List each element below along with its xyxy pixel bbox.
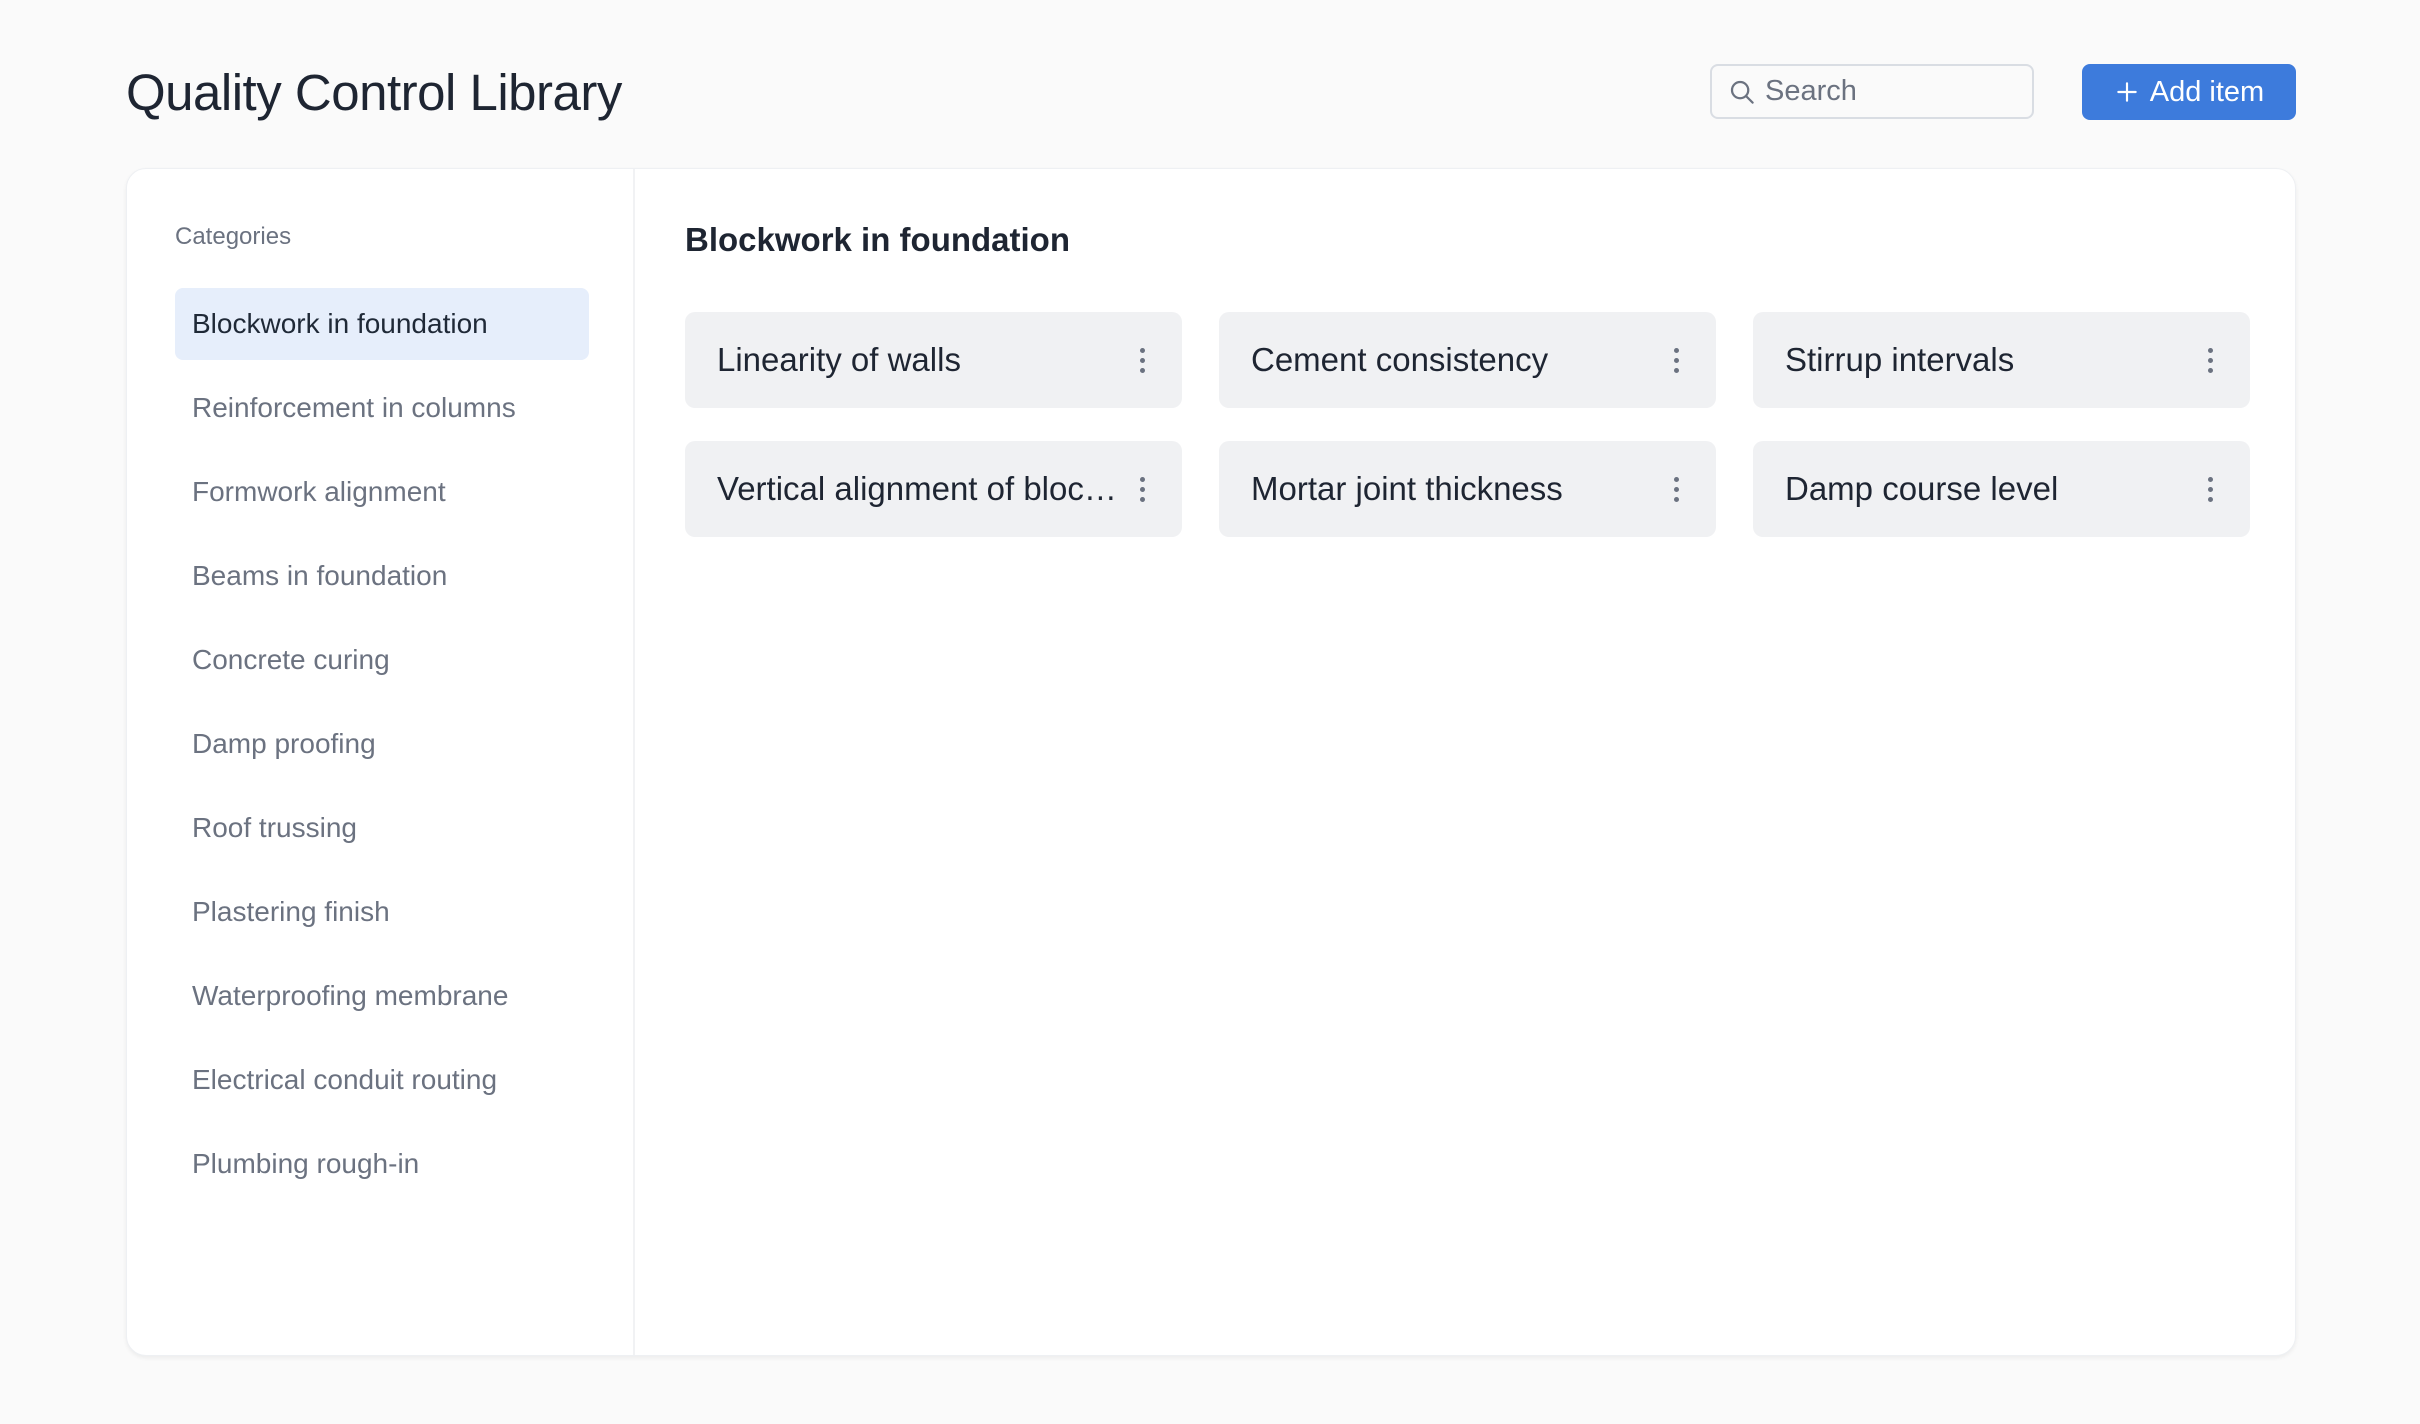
search-input[interactable]: [1765, 75, 2015, 108]
category-item-electrical-conduit-routing[interactable]: Electrical conduit routing: [175, 1044, 589, 1116]
category-item-roof-trussing[interactable]: Roof trussing: [175, 792, 589, 864]
section-title: Blockwork in foundation: [685, 221, 1070, 258]
item-tile[interactable]: Linearity of walls: [685, 312, 1182, 408]
more-vertical-icon[interactable]: [1664, 340, 1688, 380]
more-vertical-icon[interactable]: [2198, 340, 2222, 380]
item-grid: Linearity of walls Cement consistency St…: [685, 312, 2250, 537]
more-vertical-icon[interactable]: [1130, 469, 1154, 509]
more-vertical-icon[interactable]: [2198, 469, 2222, 509]
add-item-label: Add item: [2149, 75, 2265, 108]
category-item-waterproofing-membrane[interactable]: Waterproofing membrane: [175, 960, 589, 1032]
item-tile[interactable]: Vertical alignment of block...: [685, 441, 1182, 537]
categories-sidebar: Categories Blockwork in foundation Reinf…: [127, 169, 635, 1355]
category-item-blockwork-in-foundation[interactable]: Blockwork in foundation: [175, 288, 589, 360]
category-item-damp-proofing[interactable]: Damp proofing: [175, 708, 589, 780]
item-tile-label: Linearity of walls: [717, 341, 961, 378]
category-item-plastering-finish[interactable]: Plastering finish: [175, 876, 589, 948]
item-tile[interactable]: Damp course level: [1753, 441, 2250, 537]
search-box[interactable]: [1710, 64, 2034, 119]
page-title: Quality Control Library: [126, 64, 622, 121]
add-item-button[interactable]: Add item: [2082, 64, 2296, 120]
category-item-concrete-curing[interactable]: Concrete curing: [175, 624, 589, 696]
page: Quality Control Library Add item Categor…: [0, 0, 2420, 1424]
item-tile-label: Damp course level: [1785, 470, 2059, 507]
item-tile[interactable]: Cement consistency: [1219, 312, 1716, 408]
more-vertical-icon[interactable]: [1664, 469, 1688, 509]
categories-heading: Categories: [175, 223, 292, 250]
item-tile-label: Stirrup intervals: [1785, 341, 2015, 378]
category-item-reinforcement-in-columns[interactable]: Reinforcement in columns: [175, 372, 589, 444]
item-tile-label: Vertical alignment of block...: [717, 470, 1117, 507]
plus-icon: [2117, 82, 2137, 102]
item-tile[interactable]: Stirrup intervals: [1753, 312, 2250, 408]
item-tile-label: Cement consistency: [1251, 341, 1549, 378]
item-tile[interactable]: Mortar joint thickness: [1219, 441, 1716, 537]
item-tile-label: Mortar joint thickness: [1251, 470, 1563, 507]
category-item-beams-in-foundation[interactable]: Beams in foundation: [175, 540, 589, 612]
category-item-formwork-alignment[interactable]: Formwork alignment: [175, 456, 589, 528]
more-vertical-icon[interactable]: [1130, 340, 1154, 380]
category-list: Blockwork in foundation Reinforcement in…: [175, 288, 589, 1212]
library-card: Categories Blockwork in foundation Reinf…: [126, 168, 2296, 1356]
content-panel: Blockwork in foundation Linearity of wal…: [635, 169, 2295, 1355]
search-icon: [1730, 80, 1754, 104]
category-item-plumbing-rough-in[interactable]: Plumbing rough-in: [175, 1128, 589, 1200]
